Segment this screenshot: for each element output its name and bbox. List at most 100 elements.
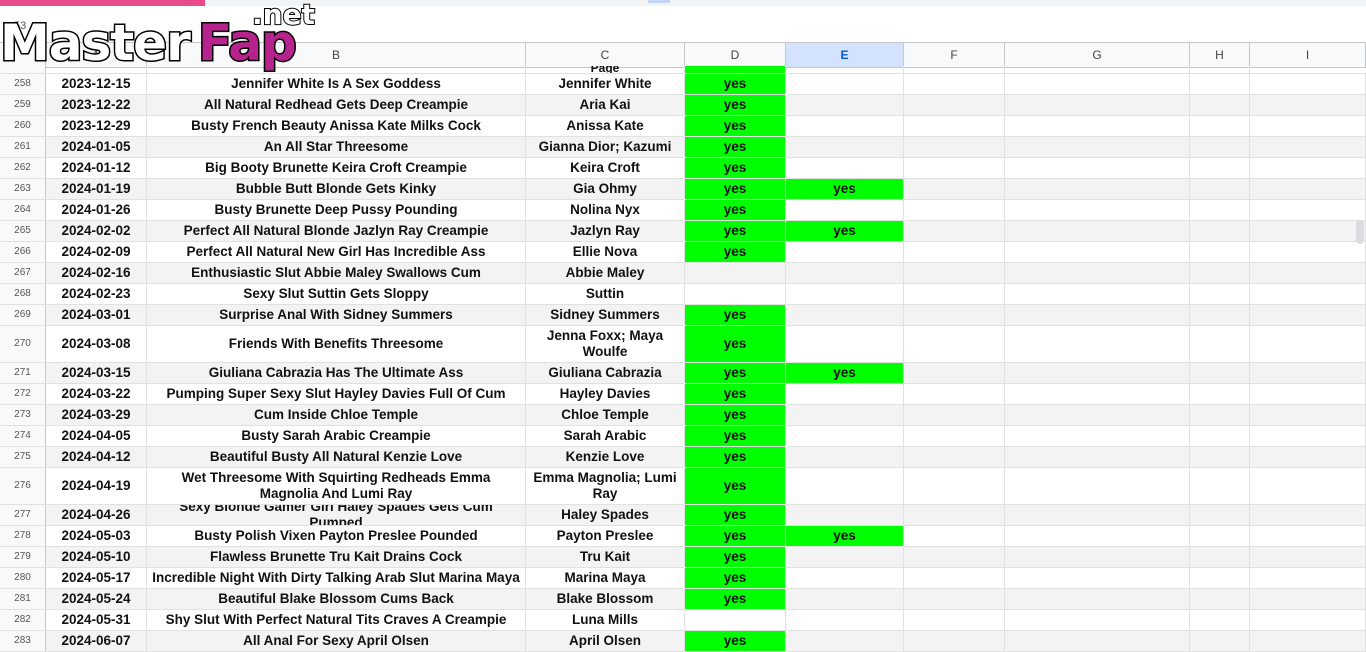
cell-title[interactable]: Flawless Brunette Tru Kait Drains Cock (147, 547, 526, 567)
cell-d[interactable]: yes (685, 179, 786, 199)
cell-e[interactable] (786, 405, 904, 425)
column-header-a[interactable]: A (46, 43, 147, 67)
cell-i[interactable] (1250, 589, 1366, 609)
cell-title[interactable]: Incredible Night With Dirty Talking Arab… (147, 568, 526, 588)
cell-g[interactable] (1005, 468, 1190, 504)
cell-g[interactable] (1005, 74, 1190, 94)
cell-i[interactable] (1250, 631, 1366, 651)
row-number[interactable]: 260 (0, 116, 46, 136)
cell-model[interactable]: Hayley Davies (526, 384, 685, 404)
cell-d[interactable]: yes (685, 447, 786, 467)
row-number[interactable]: 262 (0, 158, 46, 178)
row-number[interactable]: 263 (0, 179, 46, 199)
cell-date[interactable]: 2024-01-26 (46, 200, 147, 220)
cell-date[interactable]: 2024-03-08 (46, 326, 147, 362)
cell-i[interactable] (1250, 568, 1366, 588)
cell-empty[interactable] (1190, 66, 1250, 73)
cell-date[interactable]: 2024-02-23 (46, 284, 147, 304)
cell-h[interactable] (1190, 426, 1250, 446)
column-header-g[interactable]: G (1005, 43, 1190, 67)
cell-date[interactable]: 2024-05-24 (46, 589, 147, 609)
cell-model[interactable]: Anissa Kate (526, 116, 685, 136)
cell-i[interactable] (1250, 116, 1366, 136)
cell-h[interactable] (1190, 284, 1250, 304)
cell-title[interactable]: Big Booty Brunette Keira Croft Creampie (147, 158, 526, 178)
cell-h[interactable] (1190, 305, 1250, 325)
cell-model[interactable]: Luna Mills (526, 610, 685, 630)
cell-d[interactable]: yes (685, 221, 786, 241)
cell-e[interactable] (786, 326, 904, 362)
cell-e[interactable] (786, 242, 904, 262)
cell-e[interactable] (786, 547, 904, 567)
cell-title[interactable]: All Anal For Sexy April Olsen (147, 631, 526, 651)
cell-date[interactable]: 2024-05-10 (46, 547, 147, 567)
cell-e[interactable] (786, 95, 904, 115)
cell-h[interactable] (1190, 468, 1250, 504)
cell-i[interactable] (1250, 468, 1366, 504)
cell-f[interactable] (904, 200, 1005, 220)
cell-g[interactable] (1005, 426, 1190, 446)
cell-e[interactable] (786, 284, 904, 304)
row-number[interactable]: 268 (0, 284, 46, 304)
cell-title[interactable]: Perfect All Natural Blonde Jazlyn Ray Cr… (147, 221, 526, 241)
cell-f[interactable] (904, 363, 1005, 383)
cell-date[interactable]: 2024-05-03 (46, 526, 147, 546)
cell-i[interactable] (1250, 74, 1366, 94)
cell-d[interactable]: yes (685, 631, 786, 651)
cell-f[interactable] (904, 305, 1005, 325)
cell-g[interactable] (1005, 589, 1190, 609)
cell-g[interactable] (1005, 631, 1190, 651)
cell-h[interactable] (1190, 137, 1250, 157)
cell-date[interactable]: 2024-03-15 (46, 363, 147, 383)
column-header-c[interactable]: C (526, 43, 685, 67)
row-number[interactable]: 271 (0, 363, 46, 383)
cell-i[interactable] (1250, 158, 1366, 178)
cell-d[interactable] (685, 284, 786, 304)
cell-title[interactable]: Surprise Anal With Sidney Summers (147, 305, 526, 325)
cell-e[interactable] (786, 505, 904, 525)
cell-f[interactable] (904, 284, 1005, 304)
cell-d[interactable]: yes (685, 158, 786, 178)
cell-g[interactable] (1005, 447, 1190, 467)
cell-e[interactable]: yes (786, 363, 904, 383)
cell-f[interactable] (904, 631, 1005, 651)
column-header-d[interactable]: D (685, 43, 786, 67)
cell-d[interactable]: yes (685, 95, 786, 115)
cell-date[interactable]: 2024-03-29 (46, 405, 147, 425)
cell-g[interactable] (1005, 363, 1190, 383)
cell-e[interactable] (786, 631, 904, 651)
cell-title[interactable]: Busty Sarah Arabic Creampie (147, 426, 526, 446)
row-number[interactable]: 273 (0, 405, 46, 425)
cell-d[interactable]: yes (685, 568, 786, 588)
cell-h[interactable] (1190, 405, 1250, 425)
cell-h[interactable] (1190, 326, 1250, 362)
cell-e[interactable] (786, 158, 904, 178)
row-number[interactable]: 277 (0, 505, 46, 525)
cell-model[interactable]: Page (526, 66, 685, 73)
cell-date[interactable]: 2024-05-31 (46, 610, 147, 630)
row-number[interactable]: 281 (0, 589, 46, 609)
cell-date[interactable]: 2023-12-15 (46, 74, 147, 94)
cell-title[interactable]: Busty Polish Vixen Payton Preslee Pounde… (147, 526, 526, 546)
cell-g[interactable] (1005, 179, 1190, 199)
cell-h[interactable] (1190, 447, 1250, 467)
cell-title[interactable]: Busty Brunette Deep Pussy Pounding (147, 200, 526, 220)
column-header-e[interactable]: E (786, 43, 904, 67)
row-number[interactable]: 283 (0, 631, 46, 651)
cell-g[interactable] (1005, 200, 1190, 220)
cell-f[interactable] (904, 589, 1005, 609)
row-number[interactable]: 258 (0, 74, 46, 94)
cell-date[interactable]: 2023-12-22 (46, 95, 147, 115)
cell-empty[interactable] (46, 66, 147, 73)
cell-i[interactable] (1250, 610, 1366, 630)
cell-f[interactable] (904, 179, 1005, 199)
cell-e[interactable] (786, 137, 904, 157)
cell-f[interactable] (904, 405, 1005, 425)
cell-f[interactable] (904, 468, 1005, 504)
cell-model[interactable]: Jenna Foxx; Maya Woulfe (526, 326, 685, 362)
cell-title[interactable]: Shy Slut With Perfect Natural Tits Crave… (147, 610, 526, 630)
cell-model[interactable]: Aria Kai (526, 95, 685, 115)
cell-title[interactable]: Beautiful Blake Blossom Cums Back (147, 589, 526, 609)
cell-i[interactable] (1250, 284, 1366, 304)
cell-model[interactable]: Ellie Nova (526, 242, 685, 262)
